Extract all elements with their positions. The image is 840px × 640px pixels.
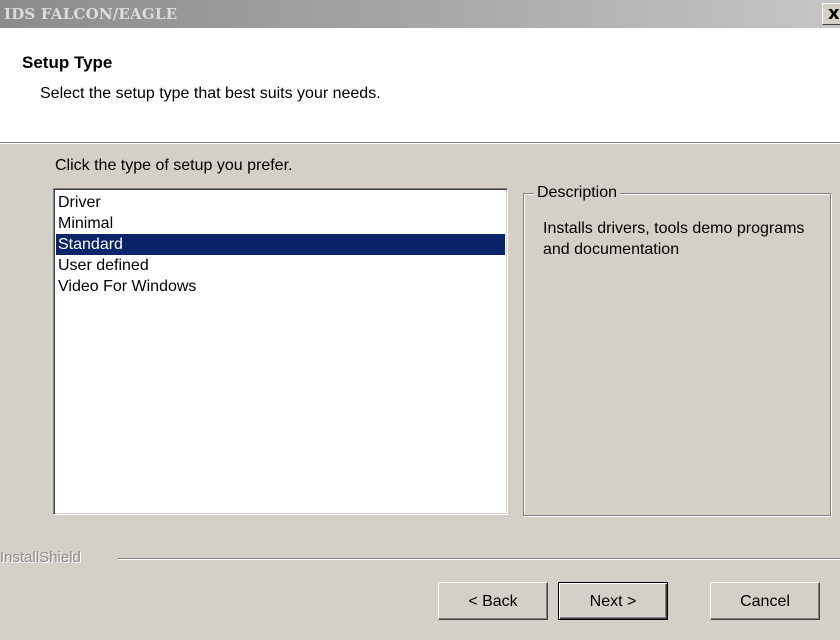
title-bar: IDS FALCON/EAGLE x [0, 0, 840, 28]
list-item-user-defined[interactable]: User defined [56, 255, 505, 276]
description-group: Description Installs drivers, tools demo… [523, 184, 831, 516]
installshield-brand: InstallShield [0, 549, 81, 566]
cancel-button[interactable]: Cancel [710, 582, 820, 620]
window-title: IDS FALCON/EAGLE [4, 5, 178, 23]
page-title: Setup Type [22, 53, 113, 72]
close-icon: x [828, 3, 840, 24]
header-divider [0, 143, 840, 144]
back-button[interactable]: < Back [438, 582, 548, 620]
list-item-minimal[interactable]: Minimal [56, 213, 505, 234]
list-item-video-for-windows[interactable]: Video For Windows [56, 276, 505, 297]
setup-type-listbox[interactable]: Driver Minimal Standard User defined Vid… [53, 188, 508, 515]
setup-type-prompt: Click the type of setup you prefer. [55, 157, 293, 174]
description-legend: Description [534, 184, 621, 202]
header-panel: Setup Type Select the setup type that be… [0, 28, 840, 143]
page-subtitle: Select the setup type that best suits yo… [40, 85, 381, 102]
list-item-standard[interactable]: Standard [56, 234, 505, 255]
installshield-divider: InstallShield [0, 549, 840, 569]
next-button[interactable]: Next > [558, 582, 668, 620]
description-text: Installs drivers, tools demo programs an… [543, 220, 805, 258]
close-button[interactable]: x [822, 3, 840, 25]
footer-rule [118, 558, 840, 560]
list-item-driver[interactable]: Driver [56, 192, 505, 213]
